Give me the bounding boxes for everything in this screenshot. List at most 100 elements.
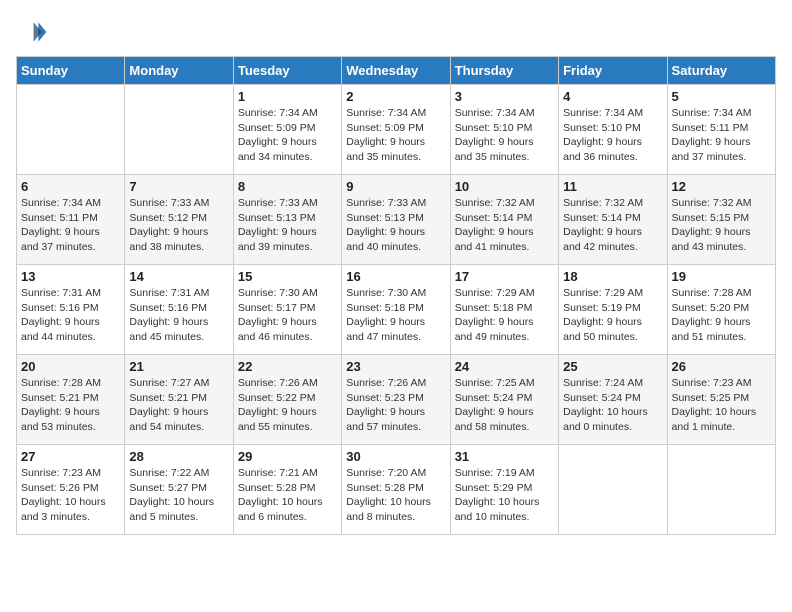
day-info: Sunrise: 7:34 AM Sunset: 5:10 PM Dayligh… — [563, 106, 662, 165]
day-number: 31 — [455, 449, 554, 464]
calendar-cell: 4 Sunrise: 7:34 AM Sunset: 5:10 PM Daylig… — [559, 85, 667, 175]
calendar-cell: 26Sunrise: 7:23 AM Sunset: 5:25 PM Dayli… — [667, 355, 775, 445]
day-number: 5 — [672, 89, 771, 104]
day-number: 1 — [238, 89, 337, 104]
day-info: Sunrise: 7:34 AM Sunset: 5:11 PM Dayligh… — [672, 106, 771, 165]
day-info: Sunrise: 7:24 AM Sunset: 5:24 PM Dayligh… — [563, 376, 662, 435]
calendar-cell: 17 Sunrise: 7:29 AM Sunset: 5:18 PM Dayli… — [450, 265, 558, 355]
calendar-cell: 5 Sunrise: 7:34 AM Sunset: 5:11 PM Daylig… — [667, 85, 775, 175]
day-info: Sunrise: 7:26 AM Sunset: 5:23 PM Dayligh… — [346, 376, 445, 435]
day-number: 11 — [563, 179, 662, 194]
day-number: 22 — [238, 359, 337, 374]
day-number: 4 — [563, 89, 662, 104]
day-info: Sunrise: 7:27 AM Sunset: 5:21 PM Dayligh… — [129, 376, 228, 435]
day-number: 30 — [346, 449, 445, 464]
day-number: 17 — [455, 269, 554, 284]
day-number: 28 — [129, 449, 228, 464]
day-number: 29 — [238, 449, 337, 464]
day-number: 15 — [238, 269, 337, 284]
day-number: 14 — [129, 269, 228, 284]
day-info: Sunrise: 7:26 AM Sunset: 5:22 PM Dayligh… — [238, 376, 337, 435]
calendar-cell: 3 Sunrise: 7:34 AM Sunset: 5:10 PM Daylig… — [450, 85, 558, 175]
day-info: Sunrise: 7:31 AM Sunset: 5:16 PM Dayligh… — [21, 286, 120, 345]
calendar-cell: 29Sunrise: 7:21 AM Sunset: 5:28 PM Dayli… — [233, 445, 341, 535]
day-number: 10 — [455, 179, 554, 194]
weekday-header: Monday — [125, 57, 233, 85]
day-info: Sunrise: 7:34 AM Sunset: 5:11 PM Dayligh… — [21, 196, 120, 255]
day-number: 3 — [455, 89, 554, 104]
day-number: 18 — [563, 269, 662, 284]
weekday-header: Friday — [559, 57, 667, 85]
day-number: 20 — [21, 359, 120, 374]
day-info: Sunrise: 7:29 AM Sunset: 5:19 PM Dayligh… — [563, 286, 662, 345]
calendar-cell: 18 Sunrise: 7:29 AM Sunset: 5:19 PM Dayli… — [559, 265, 667, 355]
day-info: Sunrise: 7:28 AM Sunset: 5:20 PM Dayligh… — [672, 286, 771, 345]
weekday-header: Thursday — [450, 57, 558, 85]
day-info: Sunrise: 7:22 AM Sunset: 5:27 PM Dayligh… — [129, 466, 228, 525]
day-number: 24 — [455, 359, 554, 374]
day-number: 21 — [129, 359, 228, 374]
day-number: 9 — [346, 179, 445, 194]
calendar-cell: 2Sunrise: 7:34 AM Sunset: 5:09 PM Daylig… — [342, 85, 450, 175]
calendar-cell: 25 Sunrise: 7:24 AM Sunset: 5:24 PM Dayli… — [559, 355, 667, 445]
calendar-cell: 1 Sunrise: 7:34 AM Sunset: 5:09 PM Daylig… — [233, 85, 341, 175]
calendar-cell: 20 Sunrise: 7:28 AM Sunset: 5:21 PM Dayli… — [17, 355, 125, 445]
calendar-cell — [125, 85, 233, 175]
calendar-cell: 31 Sunrise: 7:19 AM Sunset: 5:29 PM Dayli… — [450, 445, 558, 535]
day-number: 23 — [346, 359, 445, 374]
calendar-cell: 12Sunrise: 7:32 AM Sunset: 5:15 PM Dayli… — [667, 175, 775, 265]
day-info: Sunrise: 7:30 AM Sunset: 5:18 PM Dayligh… — [346, 286, 445, 345]
day-info: Sunrise: 7:33 AM Sunset: 5:12 PM Dayligh… — [129, 196, 228, 255]
page-header — [16, 16, 776, 48]
day-number: 7 — [129, 179, 228, 194]
calendar-cell: 6 Sunrise: 7:34 AM Sunset: 5:11 PM Daylig… — [17, 175, 125, 265]
day-number: 16 — [346, 269, 445, 284]
day-number: 19 — [672, 269, 771, 284]
day-number: 25 — [563, 359, 662, 374]
calendar-cell: 15 Sunrise: 7:30 AM Sunset: 5:17 PM Dayli… — [233, 265, 341, 355]
day-info: Sunrise: 7:29 AM Sunset: 5:18 PM Dayligh… — [455, 286, 554, 345]
calendar-cell: 8 Sunrise: 7:33 AM Sunset: 5:13 PM Daylig… — [233, 175, 341, 265]
day-number: 2 — [346, 89, 445, 104]
logo-icon — [16, 16, 48, 48]
logo — [16, 16, 52, 48]
calendar-cell: 27 Sunrise: 7:23 AM Sunset: 5:26 PM Dayli… — [17, 445, 125, 535]
calendar-cell: 7 Sunrise: 7:33 AM Sunset: 5:12 PM Daylig… — [125, 175, 233, 265]
calendar-cell — [559, 445, 667, 535]
day-info: Sunrise: 7:33 AM Sunset: 5:13 PM Dayligh… — [238, 196, 337, 255]
day-info: Sunrise: 7:34 AM Sunset: 5:10 PM Dayligh… — [455, 106, 554, 165]
calendar-cell — [17, 85, 125, 175]
calendar-cell: 14Sunrise: 7:31 AM Sunset: 5:16 PM Dayli… — [125, 265, 233, 355]
day-info: Sunrise: 7:20 AM Sunset: 5:28 PM Dayligh… — [346, 466, 445, 525]
day-number: 6 — [21, 179, 120, 194]
calendar-week-row: 27 Sunrise: 7:23 AM Sunset: 5:26 PM Dayli… — [17, 445, 776, 535]
calendar-cell — [667, 445, 775, 535]
day-info: Sunrise: 7:32 AM Sunset: 5:14 PM Dayligh… — [455, 196, 554, 255]
calendar-cell: 30 Sunrise: 7:20 AM Sunset: 5:28 PM Dayli… — [342, 445, 450, 535]
calendar-cell: 22 Sunrise: 7:26 AM Sunset: 5:22 PM Dayli… — [233, 355, 341, 445]
day-info: Sunrise: 7:30 AM Sunset: 5:17 PM Dayligh… — [238, 286, 337, 345]
calendar-week-row: 6 Sunrise: 7:34 AM Sunset: 5:11 PM Daylig… — [17, 175, 776, 265]
day-info: Sunrise: 7:28 AM Sunset: 5:21 PM Dayligh… — [21, 376, 120, 435]
day-number: 26 — [672, 359, 771, 374]
calendar-cell: 11 Sunrise: 7:32 AM Sunset: 5:14 PM Dayli… — [559, 175, 667, 265]
calendar-week-row: 13Sunrise: 7:31 AM Sunset: 5:16 PM Dayli… — [17, 265, 776, 355]
weekday-header: Sunday — [17, 57, 125, 85]
day-info: Sunrise: 7:25 AM Sunset: 5:24 PM Dayligh… — [455, 376, 554, 435]
day-info: Sunrise: 7:33 AM Sunset: 5:13 PM Dayligh… — [346, 196, 445, 255]
day-info: Sunrise: 7:19 AM Sunset: 5:29 PM Dayligh… — [455, 466, 554, 525]
calendar-cell: 16 Sunrise: 7:30 AM Sunset: 5:18 PM Dayli… — [342, 265, 450, 355]
weekday-header: Wednesday — [342, 57, 450, 85]
calendar-week-row: 20 Sunrise: 7:28 AM Sunset: 5:21 PM Dayli… — [17, 355, 776, 445]
calendar-week-row: 1 Sunrise: 7:34 AM Sunset: 5:09 PM Daylig… — [17, 85, 776, 175]
day-info: Sunrise: 7:23 AM Sunset: 5:26 PM Dayligh… — [21, 466, 120, 525]
calendar-cell: 24 Sunrise: 7:25 AM Sunset: 5:24 PM Dayli… — [450, 355, 558, 445]
day-info: Sunrise: 7:34 AM Sunset: 5:09 PM Dayligh… — [238, 106, 337, 165]
calendar-cell: 13Sunrise: 7:31 AM Sunset: 5:16 PM Dayli… — [17, 265, 125, 355]
weekday-header: Tuesday — [233, 57, 341, 85]
day-number: 27 — [21, 449, 120, 464]
calendar-cell: 19 Sunrise: 7:28 AM Sunset: 5:20 PM Dayli… — [667, 265, 775, 355]
day-number: 8 — [238, 179, 337, 194]
calendar-table: SundayMondayTuesdayWednesdayThursdayFrid… — [16, 56, 776, 535]
day-info: Sunrise: 7:32 AM Sunset: 5:14 PM Dayligh… — [563, 196, 662, 255]
